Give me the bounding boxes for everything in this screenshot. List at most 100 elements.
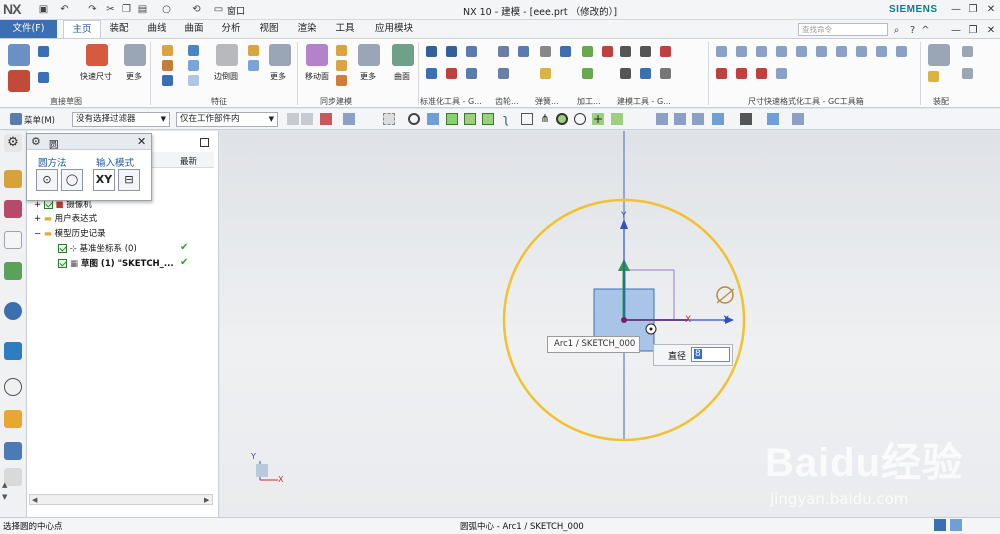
dim-format-icon-7[interactable] <box>836 46 847 57</box>
dim-format-icon-5[interactable] <box>796 46 807 57</box>
window-icon[interactable]: ▭ <box>212 3 225 16</box>
modeling-tool-icon-6[interactable] <box>660 68 671 79</box>
hole-icon[interactable] <box>188 45 199 56</box>
save-icon[interactable]: ▣ <box>37 3 50 16</box>
view-fit-icon[interactable] <box>656 113 668 125</box>
std-tool-icon-5[interactable] <box>446 68 457 79</box>
tab-surface[interactable]: 曲面 <box>177 20 211 38</box>
offset-region-icon[interactable] <box>336 60 347 71</box>
modeling-tool-icon-1[interactable] <box>620 46 631 57</box>
column-latest[interactable]: 最新 <box>180 155 197 167</box>
repeat-command-icon[interactable]: ⟲ <box>190 3 203 16</box>
edit-section-icon[interactable] <box>767 113 779 125</box>
gear-tool-icon-2[interactable] <box>498 68 509 79</box>
selection-scope-select[interactable]: 仅在工作部件内 ▼ <box>176 112 278 127</box>
close-icon[interactable]: ✕ <box>984 3 998 16</box>
shell-icon[interactable] <box>248 60 259 71</box>
tab-assembly[interactable]: 装配 <box>102 20 136 38</box>
dim-format-icon-3[interactable] <box>756 46 767 57</box>
settings-gear-icon[interactable]: ⚙ <box>4 134 22 152</box>
std-tool-icon-6[interactable] <box>466 68 477 79</box>
dim-format-icon-4[interactable] <box>776 46 787 57</box>
selection-mode-icon[interactable] <box>320 113 332 125</box>
select-all-icon[interactable] <box>343 113 355 125</box>
maximize-panel-icon[interactable] <box>200 138 209 147</box>
dim-format-icon-2[interactable] <box>736 46 747 57</box>
subtract-icon[interactable] <box>188 75 199 86</box>
orient-view-icon[interactable] <box>712 113 724 125</box>
modeling-tool-icon-4[interactable] <box>620 68 631 79</box>
rectangle-icon[interactable] <box>38 72 49 83</box>
surface-label[interactable]: 曲面 <box>394 71 410 82</box>
dim-format-icon-9[interactable] <box>876 46 887 57</box>
edge-blend-icon[interactable] <box>216 44 238 66</box>
rotate-icon[interactable] <box>692 113 704 125</box>
dim-format-icon-1[interactable] <box>716 46 727 57</box>
tab-curve[interactable]: 曲线 <box>140 20 174 38</box>
process-studio-icon[interactable] <box>4 442 22 460</box>
search-icon[interactable]: ⌕ <box>890 24 903 37</box>
dialog-close-icon[interactable]: ✕ <box>137 135 146 148</box>
revolve-icon[interactable] <box>162 60 173 71</box>
history-icon[interactable] <box>4 378 22 396</box>
std-tool-icon-1[interactable] <box>426 46 437 57</box>
status-icon-2[interactable] <box>950 519 962 531</box>
tree-row-user-expressions[interactable]: + ▬ 用户表达式 <box>34 212 97 226</box>
coordinate-mode-button[interactable]: XY <box>93 169 115 191</box>
resource-scroll-up-icon[interactable]: ▲ <box>2 481 7 489</box>
profile-icon[interactable] <box>38 46 49 57</box>
resource-scroll-down-icon[interactable]: ▼ <box>2 493 7 501</box>
more-feature-label[interactable]: 更多 <box>270 71 286 82</box>
tab-tools[interactable]: 工具 <box>328 20 362 38</box>
more-feature-icon[interactable] <box>269 44 291 66</box>
snap-control-icon[interactable] <box>482 113 494 125</box>
spring-tool-icon-3[interactable] <box>560 46 571 57</box>
command-search-input[interactable]: 查找命令 <box>798 23 888 36</box>
point-snap-icon[interactable] <box>408 113 420 125</box>
assembly-navigator-icon[interactable] <box>4 170 22 188</box>
checkbox[interactable] <box>43 200 53 209</box>
snap-intersection-icon[interactable]: ⋔ <box>539 113 551 125</box>
tab-home[interactable]: 主页 <box>63 20 101 38</box>
menu-icon[interactable] <box>10 113 22 125</box>
doc-close-icon[interactable]: ✕ <box>984 24 998 37</box>
modeling-tool-icon-3[interactable] <box>660 46 671 57</box>
body-select-icon[interactable] <box>427 113 439 125</box>
file-menu[interactable]: 文件(F) <box>0 20 57 38</box>
tab-view[interactable]: 视图 <box>252 20 286 38</box>
more-sync-label[interactable]: 更多 <box>360 71 376 82</box>
dim-format-icon-6[interactable] <box>816 46 827 57</box>
selection-filter-select[interactable]: 没有选择过滤器 ▼ <box>72 112 170 127</box>
tree-row-model-history[interactable]: − ▬ 模型历史记录 <box>34 227 106 241</box>
checkbox[interactable] <box>58 259 67 268</box>
sketch-icon[interactable] <box>8 44 30 66</box>
scroll-right-icon[interactable]: ▶ <box>204 496 209 504</box>
tab-applications[interactable]: 应用模块 <box>368 20 420 38</box>
tree-row-datum-csys[interactable]: ⊹ 基准坐标系 (0) <box>58 242 137 256</box>
extrude-icon[interactable] <box>162 45 173 56</box>
std-tool-icon-4[interactable] <box>426 68 437 79</box>
diameter-input[interactable]: 8 <box>691 347 730 362</box>
snap-quadrant-icon[interactable] <box>574 113 586 125</box>
center-diameter-circle-button[interactable]: ⊙ <box>36 169 58 191</box>
tab-analysis[interactable]: 分析 <box>214 20 248 38</box>
status-icon-1[interactable] <box>934 519 946 531</box>
unite-icon[interactable] <box>188 60 199 71</box>
hd3d-tools-icon[interactable] <box>4 302 22 320</box>
assembly-tool-icon-2[interactable] <box>962 68 973 79</box>
snap-icon-2[interactable] <box>301 113 313 125</box>
spring-tool-icon[interactable] <box>540 46 551 57</box>
menu-button[interactable]: 菜单(M) <box>24 114 55 126</box>
machining-tool-icon[interactable] <box>582 46 593 57</box>
dialog-gear-icon[interactable]: ⚙ <box>31 135 41 148</box>
restore-icon[interactable]: ❐ <box>966 3 980 16</box>
help-icon[interactable]: ? <box>906 24 919 37</box>
modeling-tool-icon-2[interactable] <box>640 46 651 57</box>
system-materials-icon[interactable] <box>4 410 22 428</box>
minimize-icon[interactable]: — <box>949 3 963 16</box>
move-face-label[interactable]: 移动面 <box>305 71 329 82</box>
constraint-navigator-icon[interactable] <box>4 200 22 218</box>
quick-dimension-label[interactable]: 快速尺寸 <box>80 71 112 82</box>
snap-midpoint-icon[interactable] <box>464 113 476 125</box>
snap-existing-point-icon[interactable]: + <box>592 113 604 125</box>
